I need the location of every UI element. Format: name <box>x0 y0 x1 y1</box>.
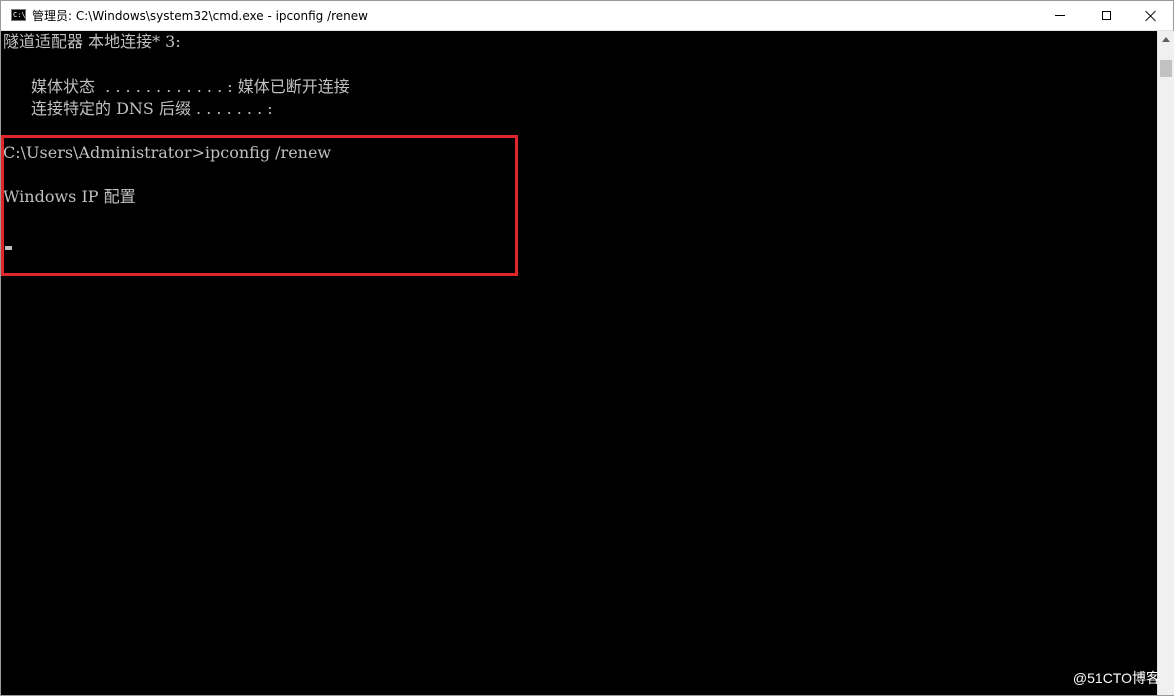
arrow-up-icon <box>1162 37 1170 42</box>
minimize-button[interactable] <box>1037 1 1083 30</box>
console-line: 隧道适配器 本地连接* 3: <box>3 32 181 51</box>
close-button[interactable] <box>1128 1 1174 30</box>
scroll-thumb[interactable] <box>1160 60 1172 77</box>
cmd-icon[interactable]: C:\ <box>11 9 26 21</box>
console-line: 媒体状态 . . . . . . . . . . . . : 媒体已断开连接 <box>31 77 350 96</box>
maximize-button[interactable] <box>1083 1 1129 30</box>
console-output[interactable]: 隧道适配器 本地连接* 3: 媒体状态 . . . . . . . . . . … <box>1 31 1157 695</box>
minimize-icon <box>1055 15 1065 16</box>
vertical-scrollbar[interactable] <box>1157 31 1174 695</box>
watermark: @51CTO博客 <box>1072 670 1160 686</box>
title-bar[interactable]: C:\ 管理员: C:\Windows\system32\cmd.exe - i… <box>1 1 1173 31</box>
window-title: 管理员: C:\Windows\system32\cmd.exe - ipcon… <box>32 9 368 23</box>
maximize-icon <box>1101 11 1111 20</box>
close-icon <box>1145 10 1157 22</box>
highlight-box <box>1 135 518 276</box>
scroll-up-button[interactable] <box>1158 31 1174 48</box>
console-line: 连接特定的 DNS 后缀 . . . . . . . : <box>31 99 273 118</box>
cmd-window: C:\ 管理员: C:\Windows\system32\cmd.exe - i… <box>0 0 1174 696</box>
